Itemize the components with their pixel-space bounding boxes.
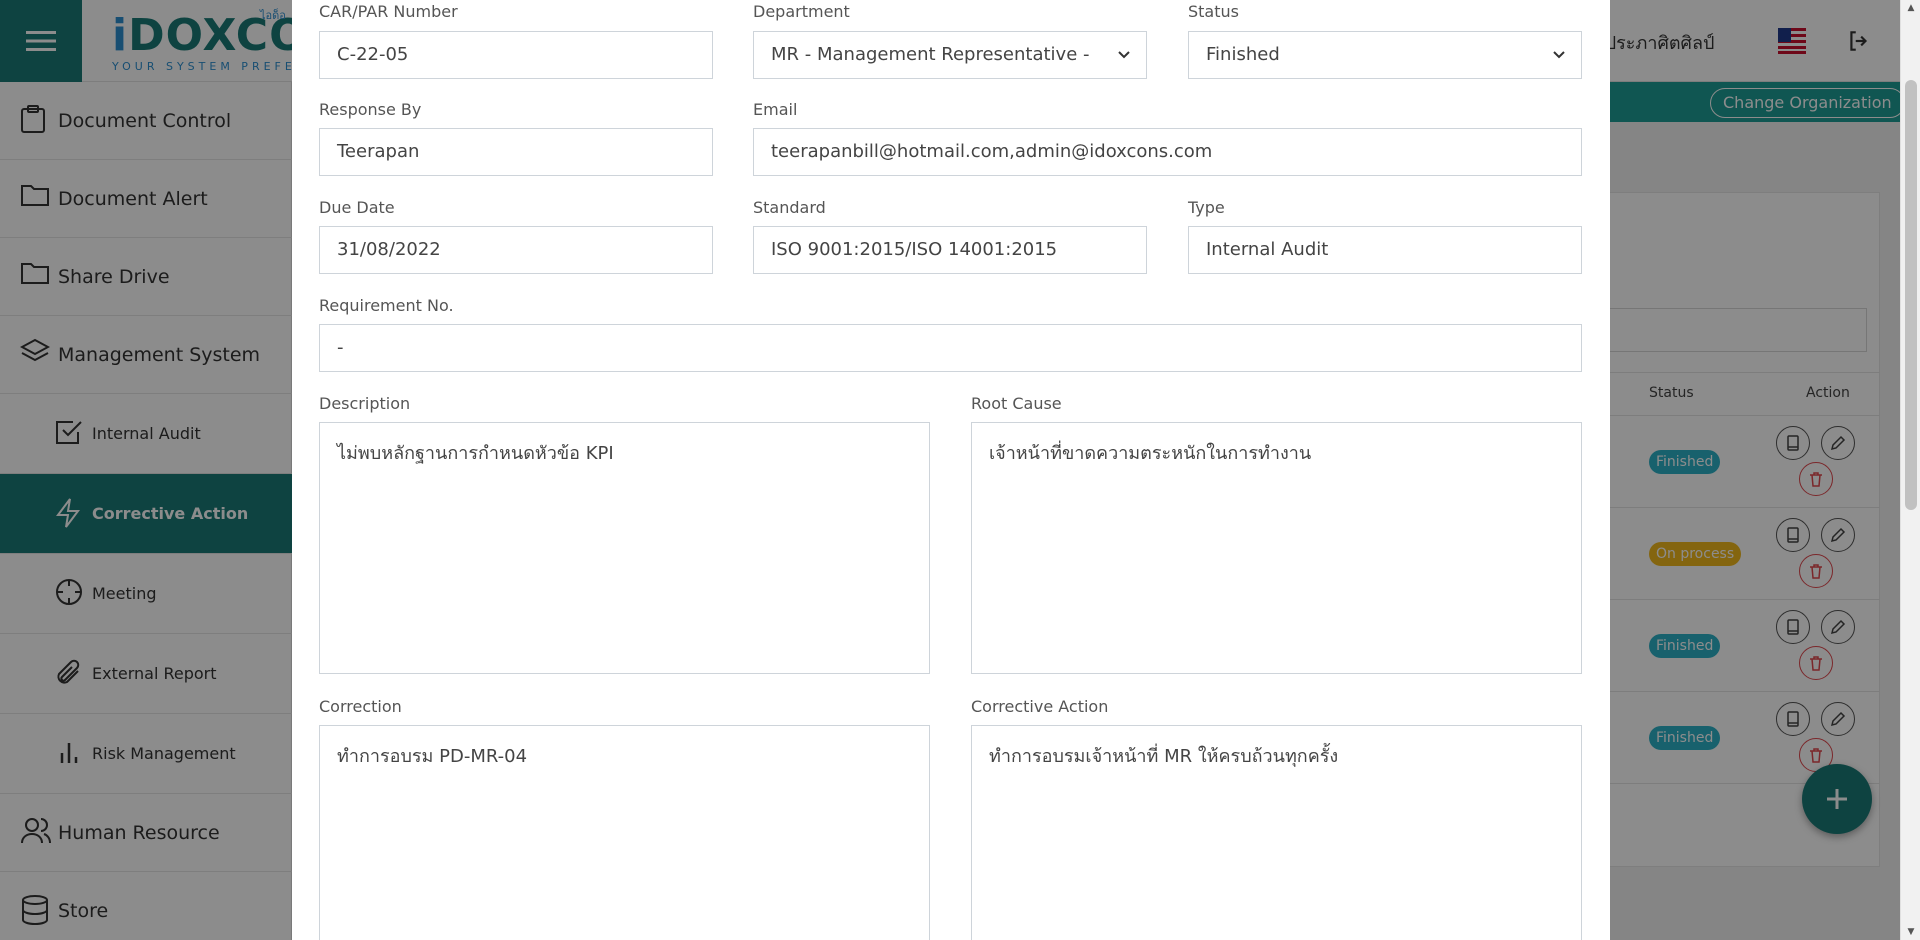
car-par-number-label: CAR/PAR Number: [319, 2, 458, 21]
root-cause-label: Root Cause: [971, 394, 1062, 413]
description-label: Description: [319, 394, 411, 413]
department-select[interactable]: MR - Management Representative -: [753, 31, 1147, 79]
root-cause-textarea[interactable]: เจ้าหน้าที่ขาดความตระหนักในการทำงาน: [971, 422, 1582, 674]
corrective-action-modal: CAR/PAR Number C-22-05 Department MR - M…: [292, 0, 1610, 940]
due-date-field[interactable]: 31/08/2022: [319, 226, 713, 274]
correction-textarea[interactable]: ทำการอบรม PD-MR-04: [319, 725, 930, 940]
standard-field[interactable]: ISO 9001:2015/ISO 14001:2015: [753, 226, 1147, 274]
status-select[interactable]: Finished: [1188, 31, 1582, 79]
corrective-action-textarea[interactable]: ทำการอบรมเจ้าหน้าที่ MR ให้ครบถ้วนทุกครั…: [971, 725, 1582, 940]
type-label: Type: [1188, 198, 1225, 217]
car-par-number-field[interactable]: C-22-05: [319, 31, 713, 79]
requirement-no-label: Requirement No.: [319, 296, 454, 315]
department-label: Department: [753, 2, 850, 21]
standard-label: Standard: [753, 198, 826, 217]
chevron-down-icon: [1118, 51, 1130, 59]
scroll-down-arrow-icon[interactable]: ▼: [1901, 924, 1920, 940]
scroll-up-arrow-icon[interactable]: ▲: [1901, 0, 1920, 16]
response-by-field[interactable]: Teerapan: [319, 128, 713, 176]
status-value: Finished: [1206, 44, 1280, 65]
email-field[interactable]: teerapanbill@hotmail.com,admin@idoxcons.…: [753, 128, 1582, 176]
description-textarea[interactable]: ไม่พบหลักฐานการกำหนดหัวข้อ KPI: [319, 422, 930, 674]
type-field[interactable]: Internal Audit: [1188, 226, 1582, 274]
corrective-action-label: Corrective Action: [971, 697, 1109, 716]
correction-label: Correction: [319, 697, 402, 716]
chevron-down-icon: [1553, 51, 1565, 59]
page-scrollbar[interactable]: ▲ ▼: [1900, 0, 1920, 940]
due-date-label: Due Date: [319, 198, 395, 217]
status-label: Status: [1188, 2, 1239, 21]
scrollbar-thumb[interactable]: [1905, 80, 1917, 510]
department-value: MR - Management Representative -: [771, 44, 1090, 65]
email-label: Email: [753, 100, 798, 119]
requirement-no-field[interactable]: -: [319, 324, 1582, 372]
response-by-label: Response By: [319, 100, 422, 119]
